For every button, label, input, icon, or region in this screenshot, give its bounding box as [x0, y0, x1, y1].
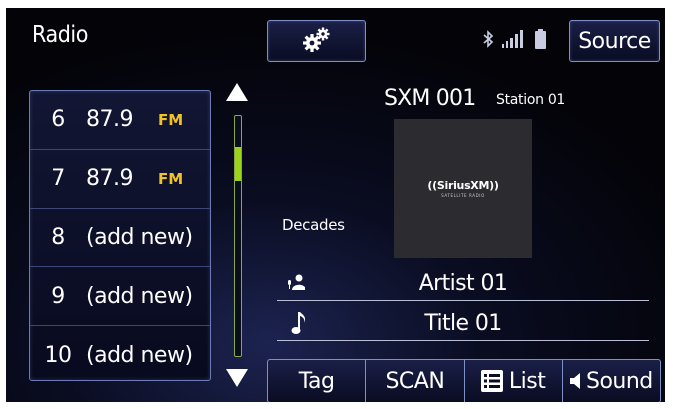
preset-band: FM: [158, 110, 184, 129]
tag-button-label: Tag: [298, 368, 335, 394]
signal-strength-icon: [502, 30, 526, 52]
channel-number: SXM 001: [384, 86, 476, 111]
scroll-up-button[interactable]: [223, 82, 251, 106]
title-row: Title 01: [277, 306, 649, 341]
preset-item-8[interactable]: 8 (add new): [30, 209, 210, 268]
triangle-up-icon: [226, 83, 248, 105]
siriusxm-logo: ((SiriusXM)): [427, 179, 499, 192]
source-button[interactable]: Source: [569, 20, 660, 62]
battery-icon: [535, 29, 546, 53]
preset-item-7[interactable]: 7 87.9 FM: [30, 150, 210, 209]
scan-button-label: SCAN: [385, 368, 445, 394]
gear-icon: [302, 26, 332, 56]
bluetooth-icon: [483, 30, 494, 52]
preset-band: FM: [158, 169, 184, 188]
preset-item-6[interactable]: 6 87.9 FM: [30, 91, 210, 150]
album-art: ((SiriusXM)) SATELLITE RADIO: [394, 119, 532, 258]
list-button-label: List: [508, 368, 546, 394]
scrollbar-thumb[interactable]: [235, 147, 241, 181]
preset-number: 10: [44, 342, 73, 368]
category-label: Decades: [282, 216, 345, 234]
list-icon: [480, 370, 503, 392]
preset-list: 6 87.9 FM 7 87.9 FM 8 (add new) 9 (add n…: [29, 90, 211, 381]
sound-button-label: Sound: [585, 368, 653, 394]
siriusxm-logo-subtext: SATELLITE RADIO: [441, 193, 485, 198]
preset-number: 8: [51, 224, 65, 250]
preset-frequency: 87.9: [86, 107, 133, 133]
preset-label: (add new): [86, 283, 193, 309]
bottom-toolbar: Tag SCAN List Sound: [267, 359, 661, 402]
scroll-down-button[interactable]: [223, 368, 251, 392]
preset-number: 6: [51, 107, 65, 133]
preset-label: (add new): [86, 342, 193, 368]
scan-button[interactable]: SCAN: [366, 360, 465, 402]
tag-button[interactable]: Tag: [268, 360, 367, 402]
status-bar: [483, 26, 546, 56]
artist-name: Artist 01: [418, 270, 508, 296]
preset-label: (add new): [86, 224, 193, 250]
sound-button[interactable]: Sound: [563, 360, 660, 402]
preset-item-10[interactable]: 10 (add new): [30, 326, 210, 384]
page-title: Radio: [32, 22, 88, 48]
artist-row: Artist 01: [277, 266, 649, 301]
scrollbar[interactable]: [234, 115, 242, 357]
preset-frequency: 87.9: [86, 166, 133, 192]
preset-number: 9: [51, 283, 65, 309]
list-button[interactable]: List: [465, 360, 563, 402]
speaker-icon: [569, 373, 580, 389]
preset-item-9[interactable]: 9 (add new): [30, 267, 210, 327]
source-button-label: Source: [578, 28, 651, 54]
settings-button[interactable]: [267, 20, 366, 62]
song-title: Title 01: [424, 310, 502, 336]
radio-screen: Radio Source 6 87.9 FM 7 87.9 FM 8 (add …: [6, 8, 665, 402]
triangle-down-icon: [226, 369, 248, 391]
station-name: Station 01: [496, 92, 566, 108]
preset-number: 7: [51, 166, 65, 192]
